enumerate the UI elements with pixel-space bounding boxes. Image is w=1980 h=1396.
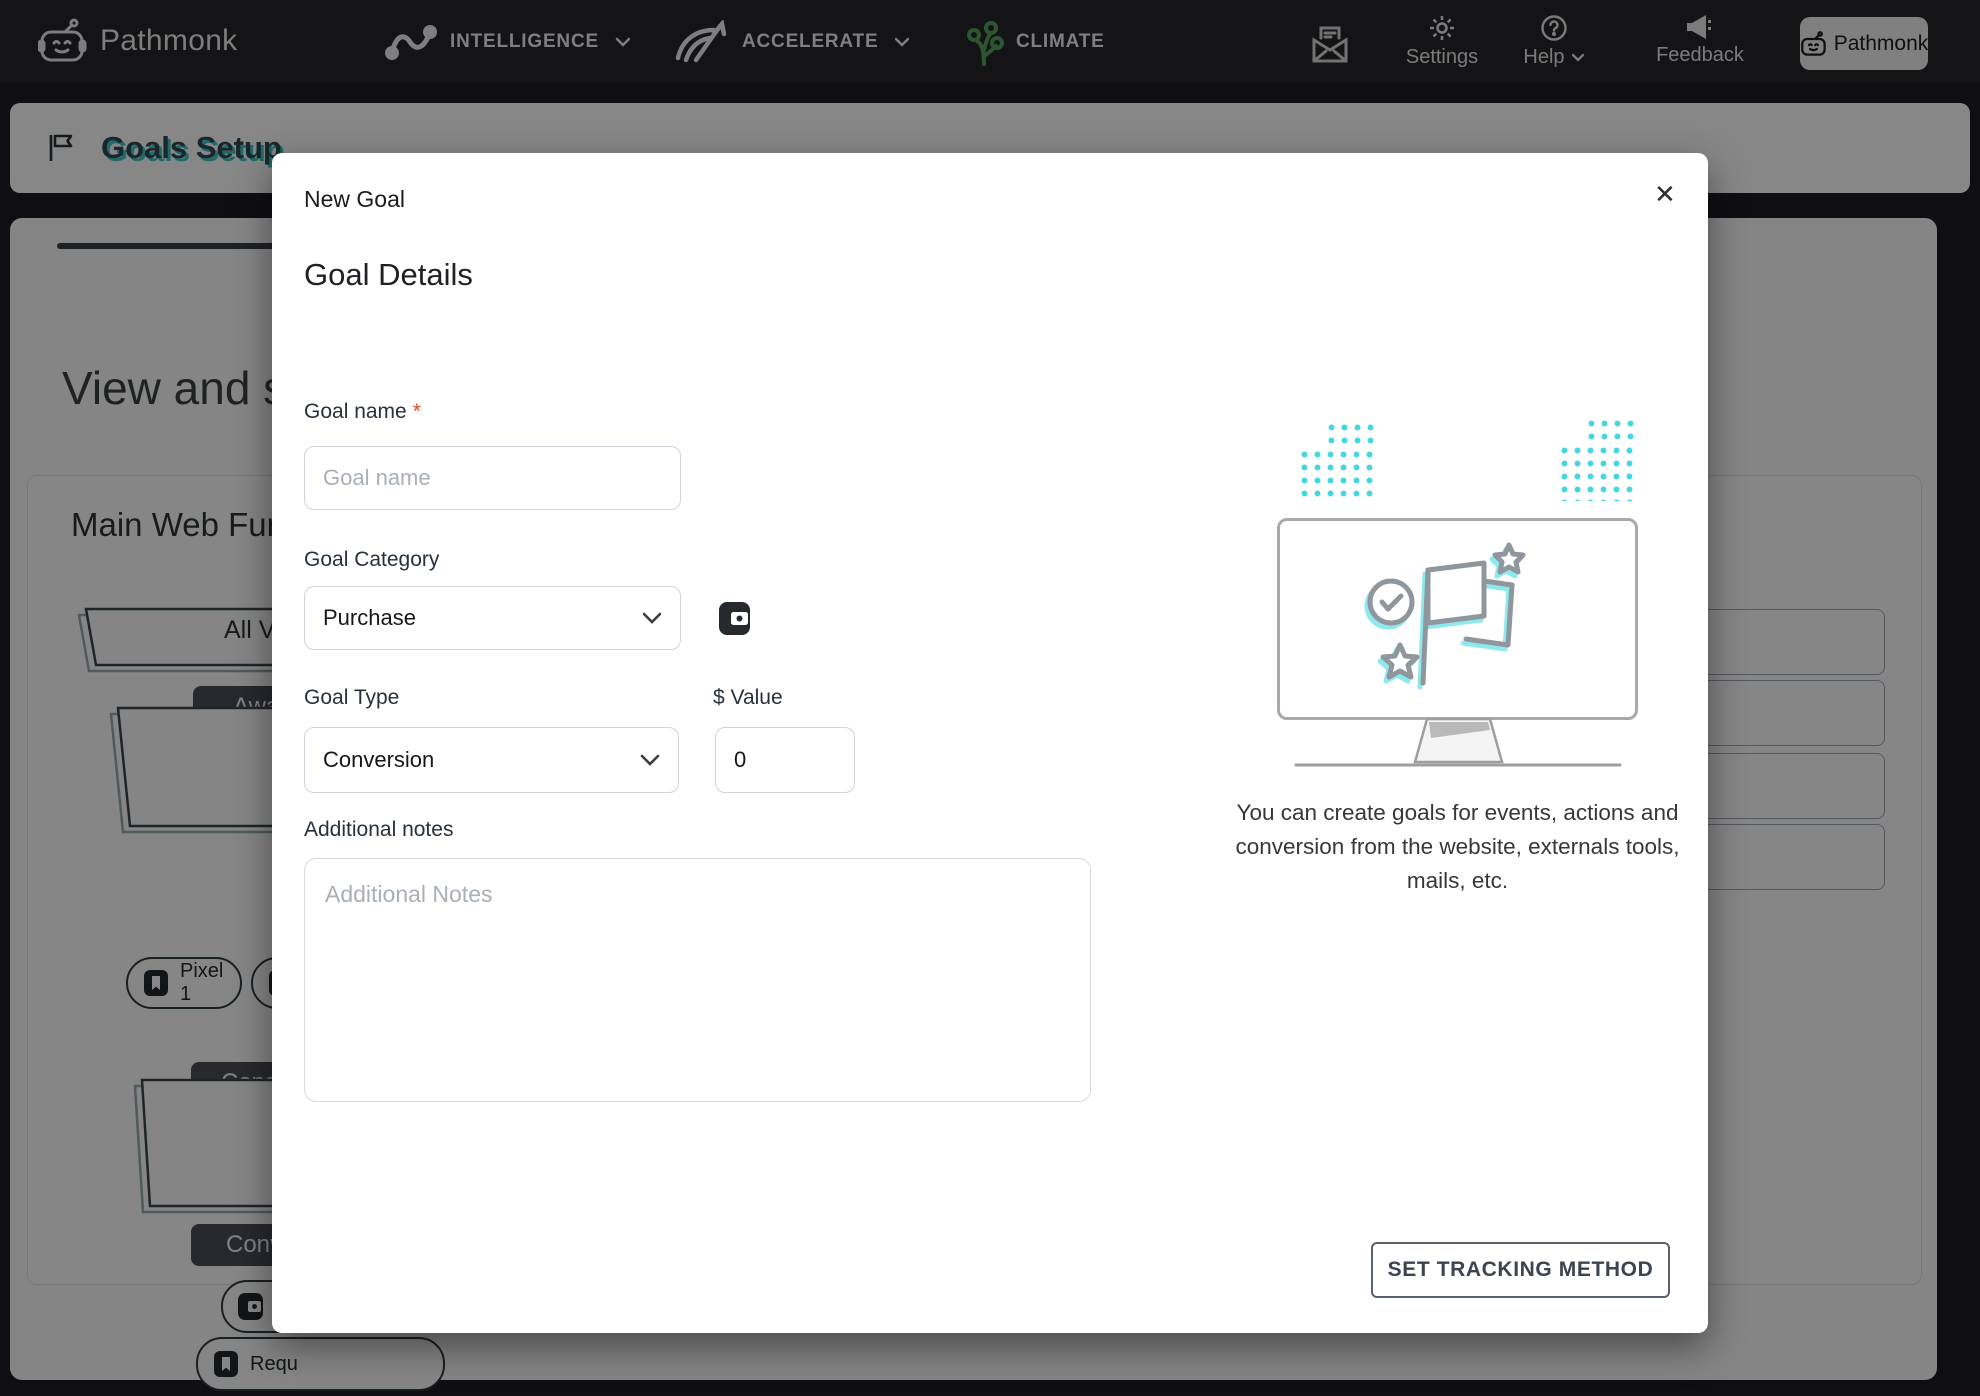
notes-label: Additional notes: [304, 818, 453, 842]
dot-grid-decoration: [1325, 421, 1379, 448]
close-icon[interactable]: ✕: [1654, 181, 1676, 207]
new-goal-modal: New Goal ✕ Goal Details Goal name* Goal …: [272, 153, 1708, 1333]
modal-section-title: Goal Details: [304, 257, 473, 293]
value-label: $ Value: [713, 686, 783, 710]
goal-type-label: Goal Type: [304, 686, 399, 710]
dot-grid-decoration: [1585, 417, 1639, 444]
notes-textarea[interactable]: [304, 858, 1091, 1102]
value-input[interactable]: [715, 727, 855, 793]
goal-type-select[interactable]: Conversion: [304, 727, 679, 793]
goal-category-label: Goal Category: [304, 548, 439, 572]
goal-name-input[interactable]: [304, 446, 681, 510]
goal-name-label: Goal name*: [304, 400, 421, 424]
wallet-icon: [719, 602, 750, 635]
chevron-down-icon: [640, 754, 660, 766]
dot-grid-decoration: [1298, 448, 1378, 502]
dot-grid-decoration: [1558, 444, 1638, 501]
goal-type-value: Conversion: [323, 747, 434, 773]
goal-flags-illustration: [1362, 533, 1562, 698]
app-root: Pathmonk INTELLIGENCE AC: [0, 0, 1980, 1396]
chevron-down-icon: [642, 612, 662, 624]
modal-title: New Goal: [304, 186, 405, 213]
set-tracking-method-button[interactable]: SET TRACKING METHOD: [1371, 1242, 1670, 1298]
required-asterisk: *: [413, 400, 421, 423]
goal-category-value: Purchase: [323, 605, 416, 631]
goal-category-select[interactable]: Purchase: [304, 586, 681, 650]
illustration-caption: You can create goals for events, actions…: [1235, 796, 1680, 898]
monitor-stand: [1290, 718, 1626, 770]
